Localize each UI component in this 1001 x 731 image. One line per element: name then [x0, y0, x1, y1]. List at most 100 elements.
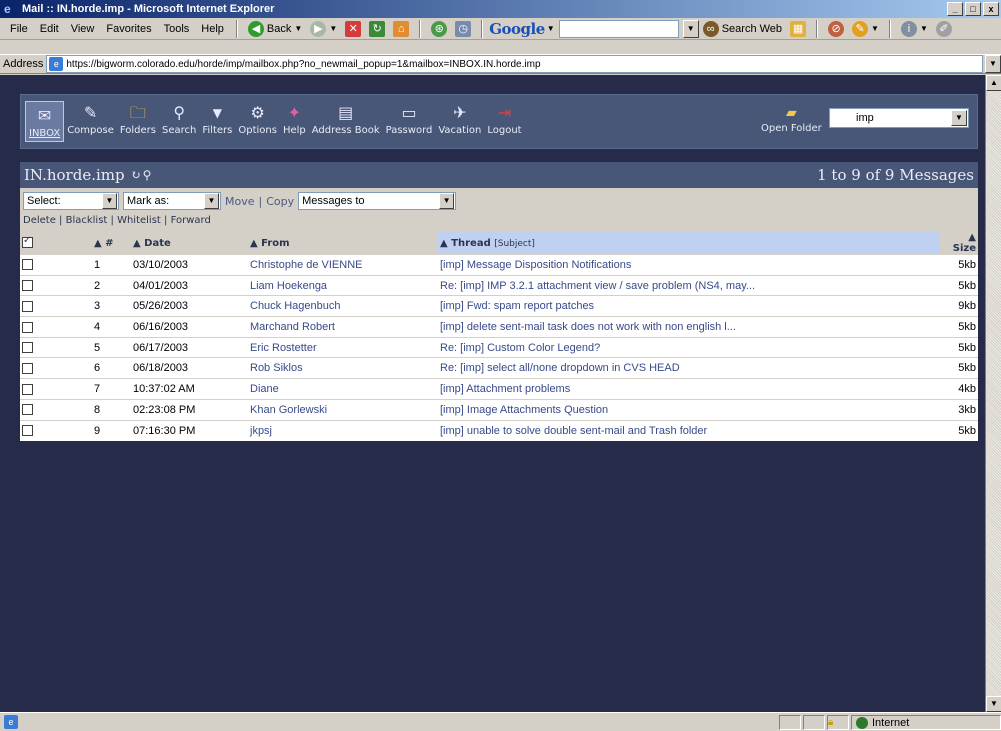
folder-select-dropdown-icon[interactable]: ▼ — [951, 110, 967, 126]
nav-inbox[interactable]: ✉ INBOX — [25, 101, 65, 142]
table-row[interactable]: 7 10:37:02 AM Diane [imp] Attachment proble… — [20, 378, 978, 400]
message-subject[interactable]: Re: [imp] IMP 3.2.1 attachment view / sa… — [438, 274, 940, 296]
maximize-button[interactable]: □ — [965, 2, 981, 16]
menu-file[interactable]: File — [4, 23, 34, 35]
menu-tools[interactable]: Tools — [158, 23, 196, 35]
highlight-button[interactable]: ✎ ▼ — [848, 20, 883, 37]
highlight-dropdown-icon[interactable]: ▼ — [871, 24, 879, 33]
pagerank-button[interactable]: ▦ — [786, 20, 810, 37]
google-search-input[interactable] — [558, 19, 679, 38]
menu-view[interactable]: View — [65, 23, 101, 35]
folder-select[interactable]: imp ▼ — [829, 108, 969, 128]
scroll-up-icon[interactable]: ▲ — [986, 75, 1001, 91]
address-input[interactable]: e https://bigworm.colorado.edu/horde/imp… — [46, 55, 983, 73]
history-button[interactable]: ◷ — [451, 20, 475, 37]
sort-by-date[interactable]: ▲ Date — [131, 232, 248, 255]
select-messages-dropdown[interactable]: Select: ▼ — [23, 192, 119, 210]
row-checkbox[interactable] — [22, 362, 33, 374]
google-menu-dropdown-icon[interactable]: ▼ — [547, 24, 555, 33]
menu-help[interactable]: Help — [195, 23, 230, 35]
message-subject[interactable]: [imp] unable to solve double sent-mail a… — [438, 419, 940, 441]
row-checkbox[interactable] — [22, 383, 33, 395]
menu-favorites[interactable]: Favorites — [100, 23, 157, 35]
sort-by-from[interactable]: ▲ From — [248, 232, 438, 255]
info-dropdown-icon[interactable]: ▼ — [920, 24, 928, 33]
pen-button[interactable]: ✐ — [932, 20, 956, 37]
table-row[interactable]: 5 06/17/2003 Eric Rostetter Re: [imp] Custo… — [20, 336, 978, 358]
menu-edit[interactable]: Edit — [34, 23, 65, 35]
row-checkbox[interactable] — [22, 342, 33, 354]
vertical-scrollbar[interactable]: ▲ ▼ — [985, 75, 1001, 712]
nav-search[interactable]: ⚲ Search — [159, 101, 199, 142]
mark-as-dropdown[interactable]: Mark as: ▼ — [123, 192, 221, 210]
table-row[interactable]: 2 04/01/2003 Liam Hoekenga Re: [imp] IMP 3.… — [20, 274, 978, 296]
open-folder-button[interactable]: ▰ Open Folder — [761, 105, 822, 134]
nav-options[interactable]: ⚙ Options — [235, 101, 280, 142]
messages-to-dropdown-icon[interactable]: ▼ — [439, 193, 455, 209]
message-subject[interactable]: [imp] delete sent-mail task does not wor… — [438, 316, 940, 338]
table-row[interactable]: 3 05/26/2003 Chuck Hagenbuch [imp] Fwd: spa… — [20, 295, 978, 317]
message-from[interactable]: Khan Gorlewski — [248, 398, 438, 420]
forward-dropdown-icon[interactable]: ▼ — [329, 24, 337, 33]
table-row[interactable]: 9 07:16:30 PM jkpsj [imp] unable to solve d… — [20, 419, 978, 441]
message-subject[interactable]: [imp] Fwd: spam report patches — [438, 295, 940, 317]
message-subject[interactable]: Re: [imp] Custom Color Legend? — [438, 336, 940, 358]
nav-compose[interactable]: ✎ Compose — [64, 101, 117, 142]
sort-by-subject-link[interactable]: [Subject] — [494, 239, 535, 249]
message-from[interactable]: jkpsj — [248, 419, 438, 441]
nav-logout[interactable]: ⇥ Logout — [484, 101, 524, 142]
nav-password[interactable]: ▭ Password — [383, 101, 436, 142]
info-button[interactable]: i ▼ — [897, 20, 932, 37]
google-search-dropdown-icon[interactable]: ▼ — [682, 19, 699, 38]
nav-vacation[interactable]: ✈ Vacation — [435, 101, 484, 142]
move-link[interactable]: Move — [225, 195, 255, 208]
forward-button[interactable]: ▶ ▼ — [306, 20, 341, 37]
nav-address-book[interactable]: ▤ Address Book — [309, 101, 383, 142]
select-all-checkbox[interactable] — [22, 235, 33, 249]
message-from[interactable]: Chuck Hagenbuch — [248, 295, 438, 317]
table-row[interactable]: 4 06/16/2003 Marchand Robert [imp] delete s… — [20, 316, 978, 338]
close-button[interactable]: x — [983, 2, 999, 16]
search-mailbox-icon[interactable]: ⚲ — [143, 168, 154, 182]
sort-by-number[interactable]: ▲ # — [92, 232, 131, 255]
sort-by-size[interactable]: ▲ Size — [940, 232, 978, 255]
select-dropdown-icon[interactable]: ▼ — [102, 193, 117, 209]
address-dropdown-icon[interactable]: ▼ — [985, 55, 1001, 73]
row-checkbox[interactable] — [22, 280, 33, 292]
message-subject[interactable]: [imp] Message Disposition Notifications — [438, 254, 940, 276]
home-button[interactable]: ⌂ — [389, 20, 413, 37]
message-subject[interactable]: [imp] Attachment problems — [438, 378, 940, 400]
message-from[interactable]: Rob Siklos — [248, 357, 438, 379]
row-checkbox[interactable] — [22, 321, 33, 333]
message-subject[interactable]: [imp] Image Attachments Question — [438, 398, 940, 420]
delete-link[interactable]: Delete — [23, 215, 56, 226]
message-from[interactable]: Eric Rostetter — [248, 336, 438, 358]
nav-filters[interactable]: ▼ Filters — [199, 101, 235, 142]
search-web-button[interactable]: ∞ Search Web — [699, 20, 786, 37]
row-checkbox[interactable] — [22, 404, 33, 416]
stop-button[interactable]: ✕ — [341, 20, 365, 37]
refresh-mailbox-icon[interactable]: ↻ — [131, 168, 143, 182]
table-row[interactable]: 1 03/10/2003 Christophe de VIENNE [imp] Mes… — [20, 254, 978, 276]
messages-to-dropdown[interactable]: Messages to ▼ — [298, 192, 457, 210]
message-from[interactable]: Marchand Robert — [248, 316, 438, 338]
whitelist-link[interactable]: Whitelist — [117, 215, 161, 226]
scroll-down-icon[interactable]: ▼ — [986, 696, 1001, 712]
row-checkbox[interactable] — [22, 425, 33, 437]
nav-help[interactable]: ✦ Help — [280, 101, 309, 142]
minimize-button[interactable]: _ — [947, 2, 963, 16]
message-subject[interactable]: Re: [imp] select all/none dropdown in CV… — [438, 357, 940, 379]
message-from[interactable]: Diane — [248, 378, 438, 400]
forward-link[interactable]: Forward — [171, 215, 211, 226]
back-button[interactable]: ◀ Back ▼ — [244, 20, 306, 37]
copy-link[interactable]: Copy — [266, 195, 294, 208]
row-checkbox[interactable] — [22, 300, 33, 312]
refresh-button[interactable]: ↻ — [365, 20, 389, 37]
table-row[interactable]: 8 02:23:08 PM Khan Gorlewski [imp] Image At… — [20, 398, 978, 420]
row-checkbox[interactable] — [22, 259, 33, 271]
media-button[interactable]: ⊛ — [427, 20, 451, 37]
google-toolbar-logo[interactable]: Google — [489, 20, 545, 38]
blacklist-link[interactable]: Blacklist — [66, 215, 108, 226]
message-from[interactable]: Liam Hoekenga — [248, 274, 438, 296]
table-row[interactable]: 6 06/18/2003 Rob Siklos Re: [imp] select al… — [20, 357, 978, 379]
